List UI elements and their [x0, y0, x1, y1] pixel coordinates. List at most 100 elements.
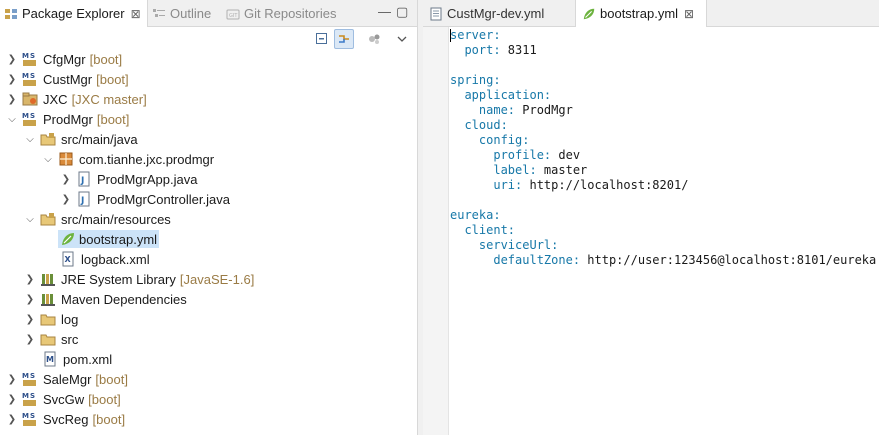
close-icon[interactable]: ⊠: [684, 7, 694, 21]
chevron-down-icon[interactable]: ⌵: [42, 153, 54, 165]
code-line: label: master: [450, 163, 588, 177]
tree-item-prodmgr[interactable]: ⌵ MS ProdMgr [boot]: [0, 109, 417, 129]
tree-item-jre-system-library[interactable]: ❯ JRE System Library [JavaSE-1.6]: [0, 269, 417, 289]
tree-item-label: ProdMgrApp.java: [97, 171, 198, 187]
source-folder-icon: [40, 211, 56, 227]
tree-item-label: SvcReg: [43, 411, 89, 427]
tree-item-label: JXC: [43, 91, 68, 107]
chevron-down-icon[interactable]: ⌵: [6, 113, 18, 125]
tab-package-explorer[interactable]: Package Explorer ⊠: [0, 0, 148, 27]
tree-item-package[interactable]: ⌵ com.tianhe.jxc.prodmgr: [0, 149, 417, 169]
spring-yaml-file-icon: [582, 7, 596, 21]
chevron-right-icon[interactable]: ❯: [24, 293, 36, 305]
tab-package-explorer-label: Package Explorer: [22, 6, 125, 21]
editor-ruler: [423, 27, 449, 435]
chevron-down-icon[interactable]: ⌵: [24, 213, 36, 225]
svg-text:X: X: [65, 255, 72, 264]
close-icon[interactable]: ⊠: [131, 7, 141, 21]
collapse-all-icon: [316, 33, 327, 44]
tree-item-logback-xml[interactable]: X logback.xml: [0, 249, 417, 269]
spring-yaml-file-icon: [60, 231, 76, 247]
tree-item-label: src/main/resources: [61, 211, 171, 227]
code-line: config:: [450, 133, 530, 147]
tab-git-repositories[interactable]: GIT Git Repositories: [226, 0, 336, 27]
code-line: server:: [450, 28, 501, 42]
tree-item-prodmgrapp-java[interactable]: ❯ J ProdMgrApp.java: [0, 169, 417, 189]
tree-item-src-main-java[interactable]: ⌵ src/main/java: [0, 129, 417, 149]
tab-custmgr-dev-yml[interactable]: CustMgr-dev.yml: [423, 0, 575, 27]
svg-text:M: M: [22, 112, 29, 120]
chevron-right-icon[interactable]: ❯: [60, 193, 72, 205]
code-line: port: 8311: [450, 43, 537, 57]
tree-item-label: ProdMgr: [43, 111, 93, 127]
tree-item-label: src: [61, 331, 79, 347]
chevron-right-icon[interactable]: ❯: [24, 313, 36, 325]
svg-text:M: M: [22, 412, 29, 420]
code-line: serviceUrl:: [450, 238, 559, 252]
tree-item-pom-xml[interactable]: M pom.xml: [0, 349, 417, 369]
svg-text:M: M: [22, 372, 29, 380]
yaml-editor[interactable]: server: port: 8311 spring: application: …: [450, 27, 879, 435]
tree-item-salemgr[interactable]: ❯ MS SaleMgr [boot]: [0, 369, 417, 389]
collapse-all-button[interactable]: [312, 29, 332, 49]
tree-item-decoration: [boot]: [88, 391, 121, 407]
tree-item-label: CustMgr: [43, 71, 93, 87]
code-line: profile: dev: [450, 148, 581, 162]
folder-icon: [40, 311, 56, 327]
tree-item-decoration: [JXC master]: [71, 91, 147, 107]
chevron-right-icon[interactable]: ❯: [6, 393, 18, 405]
chevron-right-icon[interactable]: ❯: [6, 373, 18, 385]
tree-item-custmgr[interactable]: ❯ MS CustMgr [boot]: [0, 69, 417, 89]
code-line: eureka:: [450, 208, 501, 222]
tree-item-src-main-resources[interactable]: ⌵ src/main/resources: [0, 209, 417, 229]
git-repository-icon: GIT: [226, 7, 240, 21]
link-with-editor-button[interactable]: [334, 29, 354, 49]
chevron-right-icon[interactable]: ❯: [6, 93, 18, 105]
chevron-right-icon[interactable]: ❯: [60, 173, 72, 185]
code-line: uri: http://localhost:8201/: [450, 178, 689, 192]
tab-bootstrap-yml[interactable]: bootstrap.yml ⊠: [575, 0, 707, 27]
chevron-right-icon[interactable]: ❯: [24, 273, 36, 285]
editor-tab-bar: CustMgr-dev.yml bootstrap.yml ⊠: [423, 0, 879, 27]
tree-item-maven-dependencies[interactable]: ❯ Maven Dependencies: [0, 289, 417, 309]
svg-text:S: S: [30, 392, 35, 400]
tree-item-log[interactable]: ❯ log: [0, 309, 417, 329]
tree-item-svcreg[interactable]: ❯ MS SvcReg [boot]: [0, 409, 417, 429]
tab-outline[interactable]: Outline: [152, 0, 211, 27]
tree-item-src[interactable]: ❯ src: [0, 329, 417, 349]
maven-spring-project-icon: MS: [22, 51, 38, 67]
svg-text:S: S: [30, 72, 35, 80]
tree-item-label: bootstrap.yml: [79, 231, 158, 247]
chevron-right-icon[interactable]: ❯: [6, 53, 18, 65]
xml-file-icon: X: [60, 251, 76, 267]
tree-item-label: logback.xml: [81, 251, 150, 267]
code-line: cloud:: [450, 118, 508, 132]
minimize-icon[interactable]: —: [378, 4, 391, 19]
focus-task-button[interactable]: [364, 29, 384, 49]
chevron-down-icon[interactable]: ⌵: [24, 133, 36, 145]
tree-item-bootstrap-yml[interactable]: bootstrap.yml: [0, 229, 417, 249]
svg-text:S: S: [30, 412, 35, 420]
library-icon: [40, 291, 56, 307]
tree-item-prodmgrcontroller-java[interactable]: ❯ J ProdMgrController.java: [0, 189, 417, 209]
maven-spring-project-icon: MS: [22, 371, 38, 387]
tab-label: bootstrap.yml: [600, 6, 679, 21]
link-with-editor-icon: [339, 35, 349, 43]
svg-text:M: M: [22, 52, 29, 60]
tab-git-repositories-label: Git Repositories: [244, 6, 337, 21]
chevron-right-icon[interactable]: ❯: [6, 73, 18, 85]
tree-item-svcgw[interactable]: ❯ MS SvcGw [boot]: [0, 389, 417, 409]
maximize-icon[interactable]: ▢: [396, 4, 408, 20]
chevron-down-icon: [397, 36, 407, 42]
tree-item-label: log: [61, 311, 79, 327]
tree-item-jxc[interactable]: ❯ JXC [JXC master]: [0, 89, 417, 109]
tree-item-label: pom.xml: [63, 351, 113, 367]
tree-item-cfgmgr[interactable]: ❯ MS CfgMgr [boot]: [0, 49, 417, 69]
view-menu-button[interactable]: [392, 29, 412, 49]
chevron-right-icon[interactable]: ❯: [6, 413, 18, 425]
chevron-right-icon[interactable]: ❯: [24, 333, 36, 345]
editor-area: CustMgr-dev.yml bootstrap.yml ⊠ server: …: [423, 0, 879, 435]
maven-pom-file-icon: M: [42, 351, 58, 367]
outline-icon: [152, 7, 166, 21]
svg-text:J: J: [80, 176, 84, 186]
